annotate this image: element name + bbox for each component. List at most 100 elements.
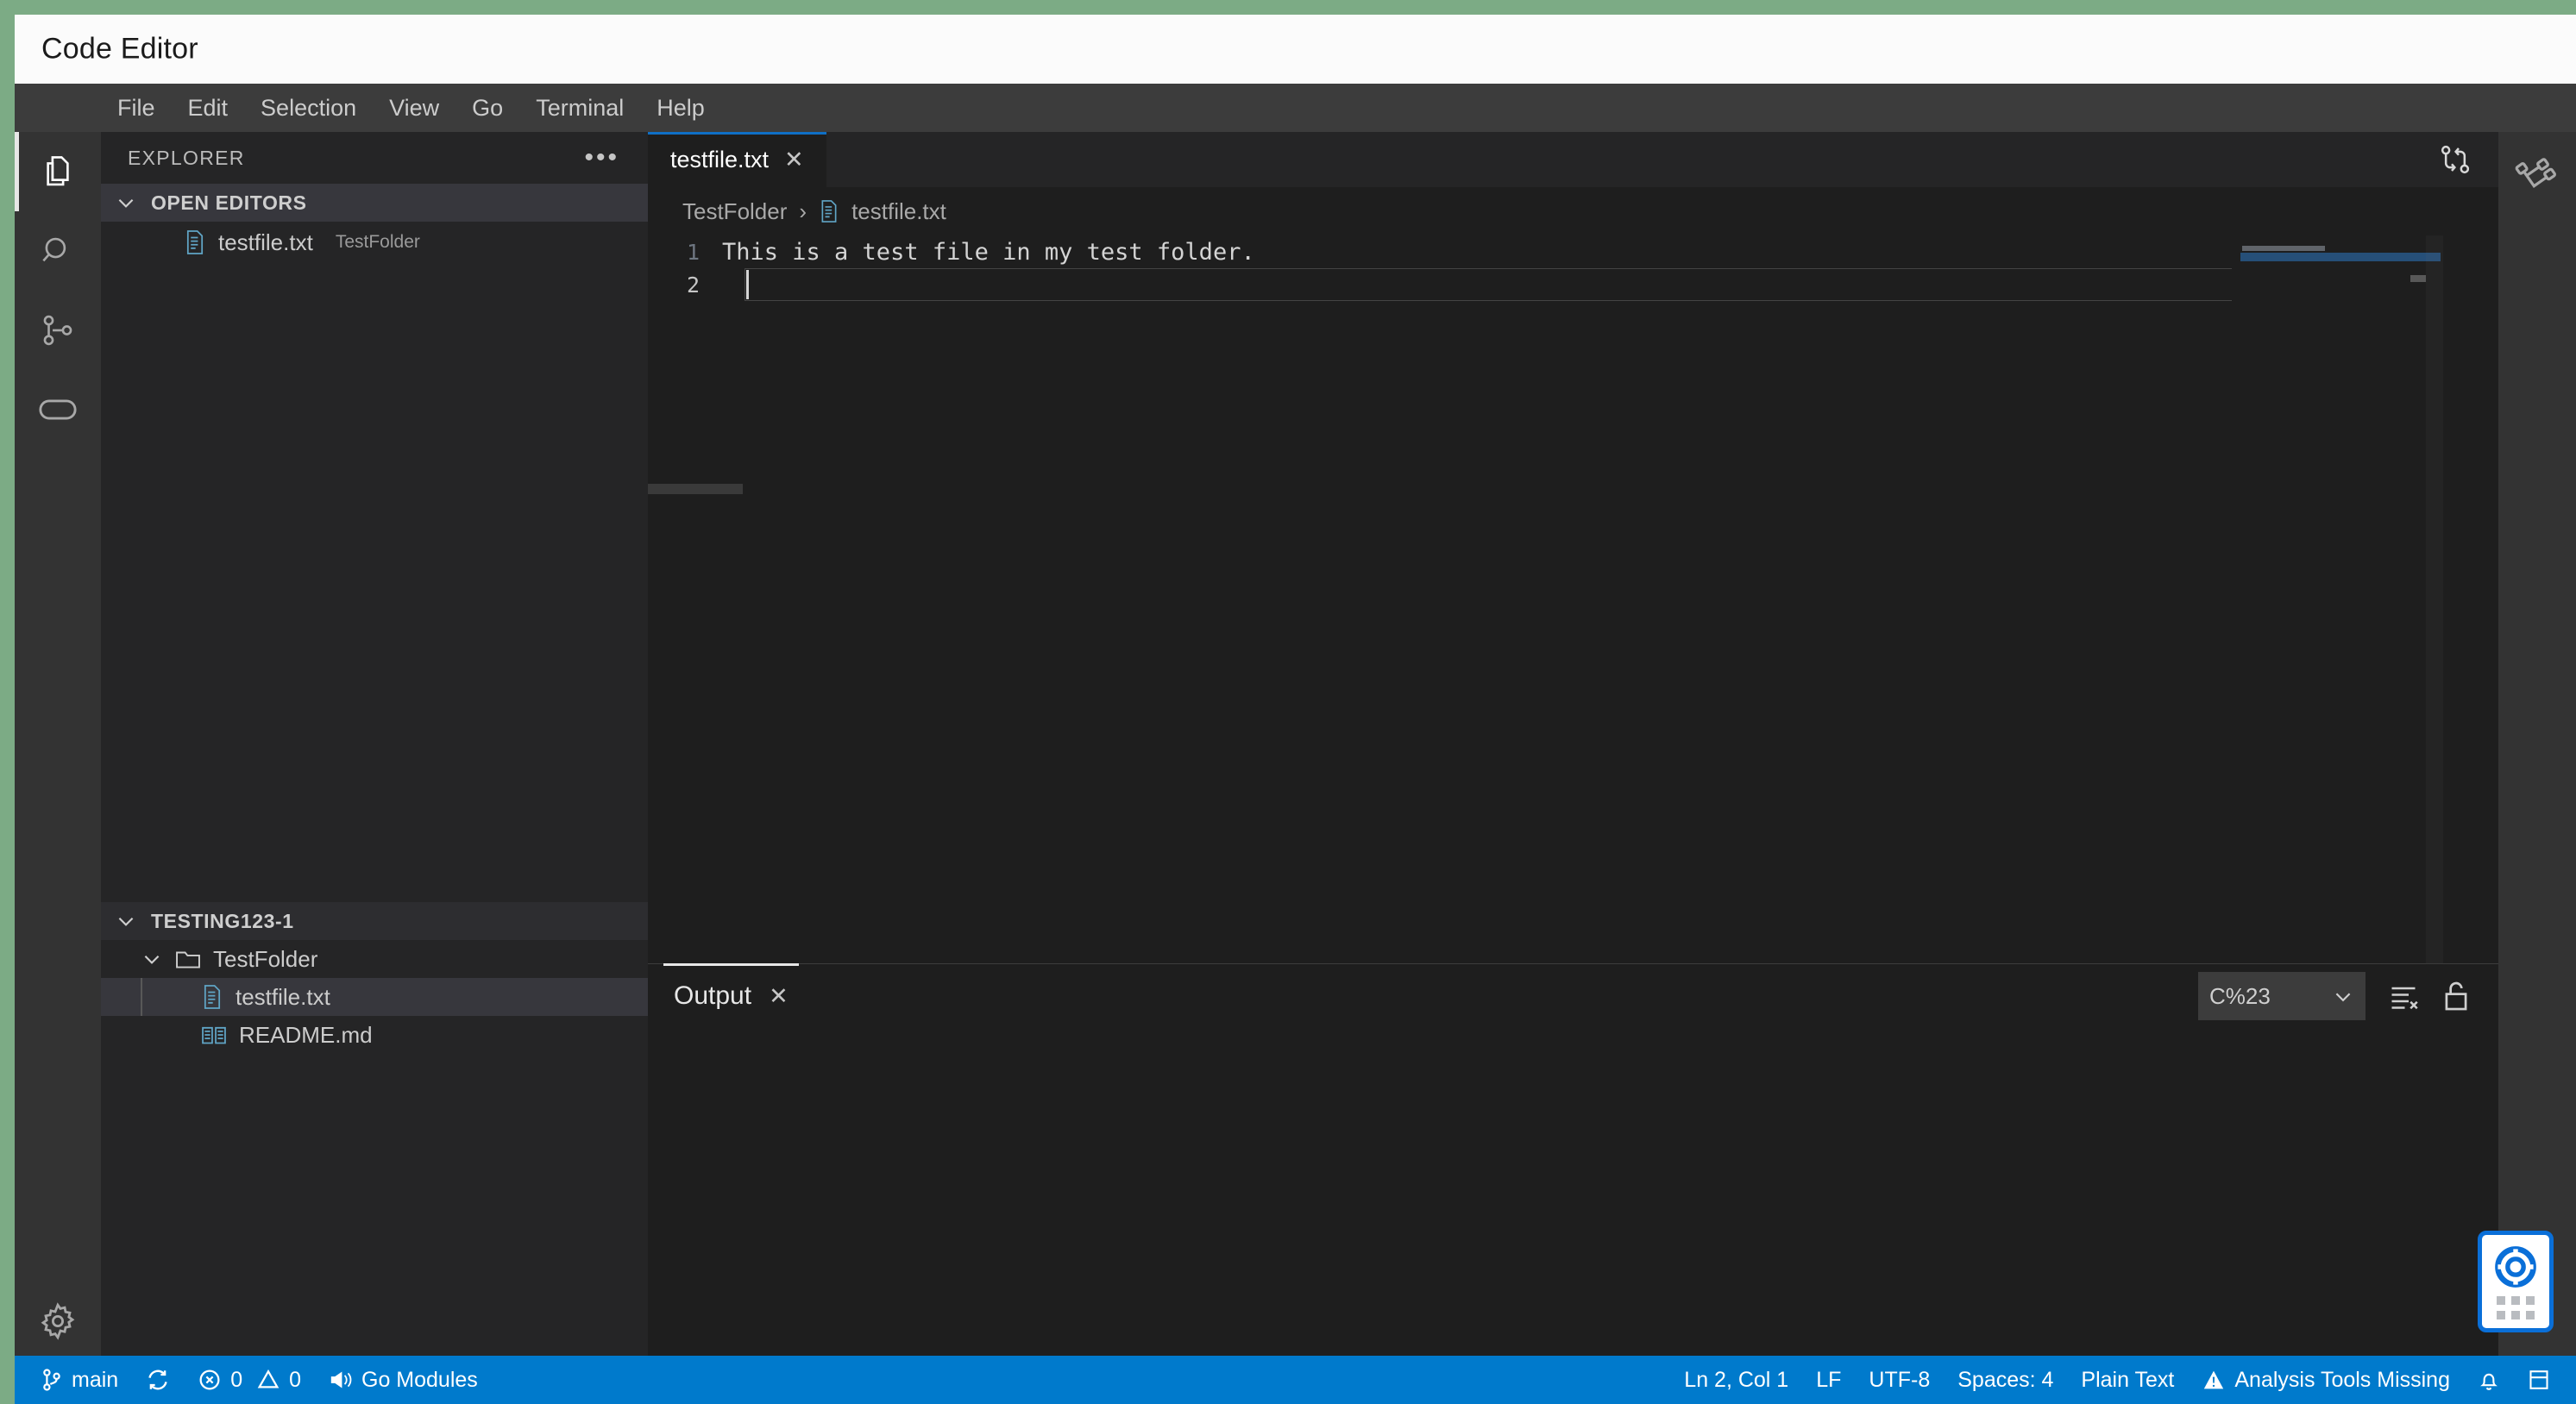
unlock-icon[interactable] [2441, 980, 2471, 1012]
section-open-editors[interactable]: OPEN EDITORS [101, 184, 648, 222]
status-cursor-position[interactable]: Ln 2, Col 1 [1670, 1356, 1802, 1404]
open-editor-row-testfile[interactable]: testfile.txt TestFolder [101, 223, 648, 261]
editor-toolbar [2438, 132, 2479, 187]
code-editor[interactable]: 1 This is a test file in my test folder.… [648, 235, 2498, 1012]
status-layout[interactable] [2514, 1356, 2564, 1404]
output-panel: Output ✕ C%23 [648, 963, 2498, 1404]
source-control-rotated-icon [2515, 158, 2556, 188]
minimap-scroll-marker [2410, 275, 2426, 282]
minimap-slider[interactable] [2426, 235, 2443, 1012]
status-indentation[interactable]: Spaces: 4 [1944, 1356, 2067, 1404]
minimap-selection [2240, 253, 2441, 261]
panel-tab-output[interactable]: Output ✕ [663, 963, 799, 1028]
editor-tabs-bar: testfile.txt ✕ [648, 132, 2498, 187]
panel-actions: C%23 [2198, 972, 2471, 1020]
sidebar-more-actions-icon[interactable]: ••• [584, 145, 619, 171]
output-channel-select[interactable]: C%23 [2198, 972, 2366, 1020]
sidebar-explorer: EXPLORER ••• OPEN EDITORS testfile.txt T… [101, 132, 648, 1404]
error-icon [199, 1370, 220, 1390]
tree-row-label: README.md [239, 1021, 373, 1048]
menu-item-help[interactable]: Help [640, 91, 721, 125]
compare-changes-icon[interactable] [2438, 142, 2472, 177]
activity-active-indicator [15, 132, 19, 211]
source-control-icon [43, 315, 72, 346]
breadcrumb-item-file[interactable]: testfile.txt [851, 198, 946, 225]
chevron-down-icon [144, 955, 160, 964]
status-problems[interactable]: 0 0 [184, 1356, 315, 1404]
sidebar-title: EXPLORER [128, 146, 245, 169]
search-icon [42, 237, 66, 262]
close-icon[interactable]: ✕ [769, 983, 789, 1010]
menu-item-file[interactable]: File [101, 91, 172, 125]
section-workspace-label: TESTING123-1 [151, 909, 294, 932]
status-analysis-tools-label: Analysis Tools Missing [2234, 1367, 2450, 1392]
line-number: 2 [686, 272, 700, 298]
vscode-workbench: File Edit Selection View Go Terminal Hel… [15, 84, 2576, 1404]
code-line-2: 2 [648, 268, 722, 301]
tree-row-label: testfile.txt [236, 983, 330, 1010]
current-line-highlight [745, 268, 2274, 301]
output-panel-body[interactable] [648, 1028, 2498, 1404]
close-icon[interactable]: ✕ [784, 147, 804, 172]
folder-icon [176, 951, 200, 968]
minimap[interactable] [2232, 235, 2443, 1012]
panel-tabs-bar: Output ✕ C%23 [648, 963, 2498, 1028]
status-analysis-tools[interactable]: Analysis Tools Missing [2188, 1356, 2464, 1404]
menu-item-terminal[interactable]: Terminal [519, 91, 640, 125]
secondary-activity-bar [2498, 132, 2576, 1404]
status-branch-label: main [72, 1367, 119, 1392]
warning-icon [2204, 1370, 2224, 1389]
menu-item-view[interactable]: View [373, 91, 456, 125]
chevron-down-icon [118, 198, 134, 208]
menu-item-edit[interactable]: Edit [172, 91, 245, 125]
status-language-mode[interactable]: Plain Text [2067, 1356, 2188, 1404]
window-title: Code Editor [41, 32, 198, 66]
minimap-content [2242, 246, 2439, 251]
open-editor-folder: TestFolder [335, 232, 420, 252]
open-editor-name: testfile.txt [218, 229, 313, 255]
clear-output-icon[interactable] [2388, 981, 2419, 1012]
activity-item-run-and-debug[interactable] [15, 370, 101, 449]
markdown-icon [202, 1026, 226, 1044]
status-line-endings[interactable]: LF [1802, 1356, 1855, 1404]
tree-row-folder-testfolder[interactable]: TestFolder [101, 940, 648, 978]
lifering-icon [2495, 1245, 2536, 1288]
scroll-decoration [648, 484, 743, 494]
output-channel-value: C%23 [2209, 982, 2271, 1009]
megaphone-icon [330, 1371, 352, 1388]
status-warnings-count: 0 [289, 1367, 301, 1392]
layout-icon [2529, 1370, 2548, 1389]
status-notifications[interactable] [2464, 1356, 2514, 1404]
window-titlebar: Code Editor [15, 15, 2576, 84]
git-branch-icon [43, 1369, 60, 1391]
menu-bar: File Edit Selection View Go Terminal Hel… [15, 84, 2576, 132]
text-cursor [746, 270, 749, 299]
help-lifering-widget[interactable] [2478, 1231, 2554, 1332]
status-branch[interactable]: main [27, 1356, 132, 1404]
tree-row-file-testfile[interactable]: testfile.txt [101, 978, 648, 1016]
breadcrumb-item-folder[interactable]: TestFolder [682, 198, 787, 225]
activity-item-source-control-graph[interactable] [2498, 132, 2576, 211]
tree-row-file-readme[interactable]: README.md [101, 1016, 648, 1054]
activity-item-search[interactable] [15, 211, 101, 291]
status-bar-right: Ln 2, Col 1 LF UTF-8 Spaces: 4 Plain Tex… [1670, 1356, 2576, 1404]
section-open-editors-label: OPEN EDITORS [151, 191, 307, 214]
status-go-modules[interactable]: Go Modules [315, 1356, 492, 1404]
activity-bar [15, 132, 101, 1404]
menu-item-go[interactable]: Go [456, 91, 519, 125]
editor-tab-testfile[interactable]: testfile.txt ✕ [648, 132, 826, 187]
sidebar-header: EXPLORER ••• [101, 132, 648, 184]
activity-item-explorer[interactable] [15, 132, 101, 211]
status-sync[interactable] [132, 1356, 184, 1404]
chevron-down-icon [118, 917, 134, 926]
section-workspace[interactable]: TESTING123-1 [101, 902, 648, 940]
explorer-tree: TESTING123-1 TestFolder testfile.txt REA… [101, 902, 648, 1054]
text-file-icon [186, 230, 204, 254]
line-number: 1 [686, 239, 700, 265]
activity-item-source-control[interactable] [15, 291, 101, 370]
open-editors-list: testfile.txt TestFolder [101, 222, 648, 261]
menu-item-selection[interactable]: Selection [244, 91, 373, 125]
drag-handle-dots-icon[interactable] [2497, 1295, 2535, 1319]
status-encoding[interactable]: UTF-8 [1855, 1356, 1944, 1404]
activity-item-manage[interactable] [15, 1282, 101, 1361]
